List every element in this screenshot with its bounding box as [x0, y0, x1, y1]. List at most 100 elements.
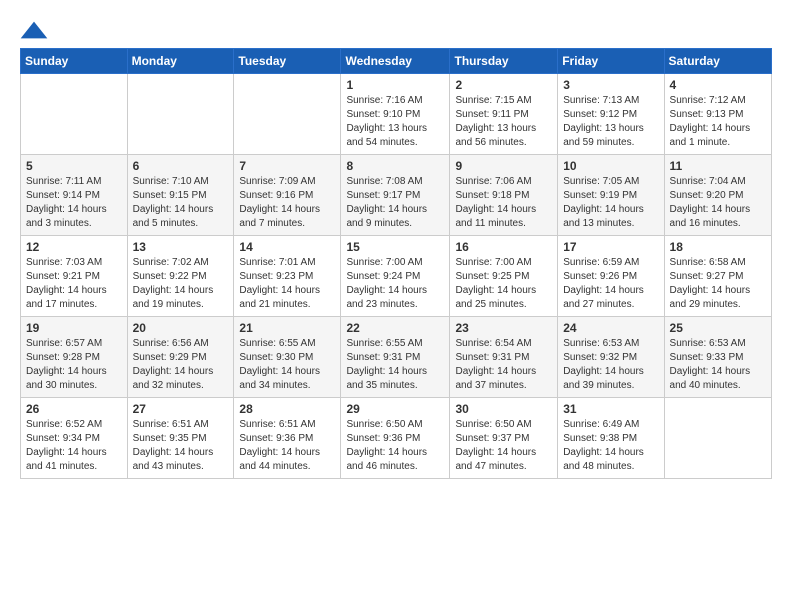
day-number: 20	[133, 321, 229, 335]
day-number: 15	[346, 240, 444, 254]
logo-icon	[20, 20, 48, 40]
weekday-header-saturday: Saturday	[664, 49, 771, 74]
day-detail: Sunrise: 6:55 AM Sunset: 9:31 PM Dayligh…	[346, 337, 444, 393]
day-number: 7	[239, 159, 335, 173]
weekday-header-friday: Friday	[558, 49, 664, 74]
logo	[20, 20, 52, 40]
day-detail: Sunrise: 7:00 AM Sunset: 9:25 PM Dayligh…	[455, 256, 552, 312]
calendar-cell: 16 Sunrise: 7:00 AM Sunset: 9:25 PM Dayli…	[450, 236, 558, 317]
calendar-cell: 24Sunrise: 6:53 AM Sunset: 9:32 PM Dayli…	[558, 317, 664, 398]
page: SundayMondayTuesdayWednesdayThursdayFrid…	[0, 0, 792, 489]
day-number: 11	[670, 159, 766, 173]
day-number: 23	[455, 321, 552, 335]
day-number: 3	[563, 78, 658, 92]
calendar-cell: 21Sunrise: 6:55 AM Sunset: 9:30 PM Dayli…	[234, 317, 341, 398]
calendar-cell: 4 Sunrise: 7:12 AM Sunset: 9:13 PM Daylig…	[664, 74, 771, 155]
day-detail: Sunrise: 7:00 AM Sunset: 9:24 PM Dayligh…	[346, 256, 444, 312]
day-detail: Sunrise: 7:15 AM Sunset: 9:11 PM Dayligh…	[455, 94, 552, 150]
calendar-cell: 6 Sunrise: 7:10 AM Sunset: 9:15 PM Daylig…	[127, 155, 234, 236]
day-number: 18	[670, 240, 766, 254]
day-number: 16	[455, 240, 552, 254]
day-detail: Sunrise: 6:50 AM Sunset: 9:36 PM Dayligh…	[346, 418, 444, 474]
calendar-table: SundayMondayTuesdayWednesdayThursdayFrid…	[20, 48, 772, 479]
day-detail: Sunrise: 6:58 AM Sunset: 9:27 PM Dayligh…	[670, 256, 766, 312]
day-detail: Sunrise: 6:54 AM Sunset: 9:31 PM Dayligh…	[455, 337, 552, 393]
week-row-1: 1Sunrise: 7:16 AM Sunset: 9:10 PM Daylig…	[21, 74, 772, 155]
weekday-header-monday: Monday	[127, 49, 234, 74]
day-detail: Sunrise: 7:04 AM Sunset: 9:20 PM Dayligh…	[670, 175, 766, 231]
day-number: 13	[133, 240, 229, 254]
day-detail: Sunrise: 6:56 AM Sunset: 9:29 PM Dayligh…	[133, 337, 229, 393]
day-number: 21	[239, 321, 335, 335]
day-detail: Sunrise: 7:05 AM Sunset: 9:19 PM Dayligh…	[563, 175, 658, 231]
day-detail: Sunrise: 7:08 AM Sunset: 9:17 PM Dayligh…	[346, 175, 444, 231]
calendar-cell: 11 Sunrise: 7:04 AM Sunset: 9:20 PM Dayli…	[664, 155, 771, 236]
calendar-cell: 29 Sunrise: 6:50 AM Sunset: 9:36 PM Dayli…	[341, 398, 450, 479]
calendar-cell: 23 Sunrise: 6:54 AM Sunset: 9:31 PM Dayli…	[450, 317, 558, 398]
day-number: 5	[26, 159, 122, 173]
weekday-header-tuesday: Tuesday	[234, 49, 341, 74]
calendar-cell: 17 Sunrise: 6:59 AM Sunset: 9:26 PM Dayli…	[558, 236, 664, 317]
calendar-cell: 3 Sunrise: 7:13 AM Sunset: 9:12 PM Daylig…	[558, 74, 664, 155]
calendar-cell: 2Sunrise: 7:15 AM Sunset: 9:11 PM Daylig…	[450, 74, 558, 155]
day-detail: Sunrise: 7:03 AM Sunset: 9:21 PM Dayligh…	[26, 256, 122, 312]
day-detail: Sunrise: 7:01 AM Sunset: 9:23 PM Dayligh…	[239, 256, 335, 312]
day-number: 10	[563, 159, 658, 173]
day-detail: Sunrise: 6:51 AM Sunset: 9:36 PM Dayligh…	[239, 418, 335, 474]
day-number: 6	[133, 159, 229, 173]
day-number: 26	[26, 402, 122, 416]
calendar-cell: 1Sunrise: 7:16 AM Sunset: 9:10 PM Daylig…	[341, 74, 450, 155]
day-detail: Sunrise: 7:09 AM Sunset: 9:16 PM Dayligh…	[239, 175, 335, 231]
day-number: 28	[239, 402, 335, 416]
day-detail: Sunrise: 7:10 AM Sunset: 9:15 PM Dayligh…	[133, 175, 229, 231]
day-number: 29	[346, 402, 444, 416]
day-number: 4	[670, 78, 766, 92]
calendar-cell: 27 Sunrise: 6:51 AM Sunset: 9:35 PM Dayli…	[127, 398, 234, 479]
day-number: 19	[26, 321, 122, 335]
day-number: 25	[670, 321, 766, 335]
week-row-4: 19 Sunrise: 6:57 AM Sunset: 9:28 PM Dayli…	[21, 317, 772, 398]
calendar-cell	[21, 74, 128, 155]
weekday-header-sunday: Sunday	[21, 49, 128, 74]
weekday-header-wednesday: Wednesday	[341, 49, 450, 74]
day-number: 12	[26, 240, 122, 254]
header	[20, 20, 772, 40]
day-detail: Sunrise: 7:13 AM Sunset: 9:12 PM Dayligh…	[563, 94, 658, 150]
day-detail: Sunrise: 6:51 AM Sunset: 9:35 PM Dayligh…	[133, 418, 229, 474]
calendar-cell: 30Sunrise: 6:50 AM Sunset: 9:37 PM Dayli…	[450, 398, 558, 479]
day-detail: Sunrise: 6:53 AM Sunset: 9:33 PM Dayligh…	[670, 337, 766, 393]
calendar-cell: 14 Sunrise: 7:01 AM Sunset: 9:23 PM Dayli…	[234, 236, 341, 317]
calendar-cell: 31 Sunrise: 6:49 AM Sunset: 9:38 PM Dayli…	[558, 398, 664, 479]
day-detail: Sunrise: 6:57 AM Sunset: 9:28 PM Dayligh…	[26, 337, 122, 393]
day-number: 27	[133, 402, 229, 416]
day-detail: Sunrise: 7:11 AM Sunset: 9:14 PM Dayligh…	[26, 175, 122, 231]
weekday-header-thursday: Thursday	[450, 49, 558, 74]
calendar-cell: 9Sunrise: 7:06 AM Sunset: 9:18 PM Daylig…	[450, 155, 558, 236]
day-detail: Sunrise: 7:12 AM Sunset: 9:13 PM Dayligh…	[670, 94, 766, 150]
day-detail: Sunrise: 6:59 AM Sunset: 9:26 PM Dayligh…	[563, 256, 658, 312]
day-number: 24	[563, 321, 658, 335]
day-detail: Sunrise: 6:52 AM Sunset: 9:34 PM Dayligh…	[26, 418, 122, 474]
week-row-5: 26 Sunrise: 6:52 AM Sunset: 9:34 PM Dayli…	[21, 398, 772, 479]
calendar-cell: 13 Sunrise: 7:02 AM Sunset: 9:22 PM Dayli…	[127, 236, 234, 317]
calendar-cell: 5 Sunrise: 7:11 AM Sunset: 9:14 PM Daylig…	[21, 155, 128, 236]
calendar-cell: 7 Sunrise: 7:09 AM Sunset: 9:16 PM Daylig…	[234, 155, 341, 236]
calendar-cell: 25 Sunrise: 6:53 AM Sunset: 9:33 PM Dayli…	[664, 317, 771, 398]
calendar-cell: 20 Sunrise: 6:56 AM Sunset: 9:29 PM Dayli…	[127, 317, 234, 398]
day-detail: Sunrise: 6:49 AM Sunset: 9:38 PM Dayligh…	[563, 418, 658, 474]
weekday-header-row: SundayMondayTuesdayWednesdayThursdayFrid…	[21, 49, 772, 74]
calendar-cell	[234, 74, 341, 155]
calendar-cell	[664, 398, 771, 479]
day-detail: Sunrise: 7:02 AM Sunset: 9:22 PM Dayligh…	[133, 256, 229, 312]
day-number: 22	[346, 321, 444, 335]
calendar-cell	[127, 74, 234, 155]
day-detail: Sunrise: 7:06 AM Sunset: 9:18 PM Dayligh…	[455, 175, 552, 231]
calendar-cell: 26 Sunrise: 6:52 AM Sunset: 9:34 PM Dayli…	[21, 398, 128, 479]
calendar-cell: 18 Sunrise: 6:58 AM Sunset: 9:27 PM Dayli…	[664, 236, 771, 317]
day-number: 17	[563, 240, 658, 254]
calendar-cell: 28 Sunrise: 6:51 AM Sunset: 9:36 PM Dayli…	[234, 398, 341, 479]
day-number: 14	[239, 240, 335, 254]
calendar-cell: 10 Sunrise: 7:05 AM Sunset: 9:19 PM Dayli…	[558, 155, 664, 236]
calendar-cell: 19 Sunrise: 6:57 AM Sunset: 9:28 PM Dayli…	[21, 317, 128, 398]
day-number: 31	[563, 402, 658, 416]
